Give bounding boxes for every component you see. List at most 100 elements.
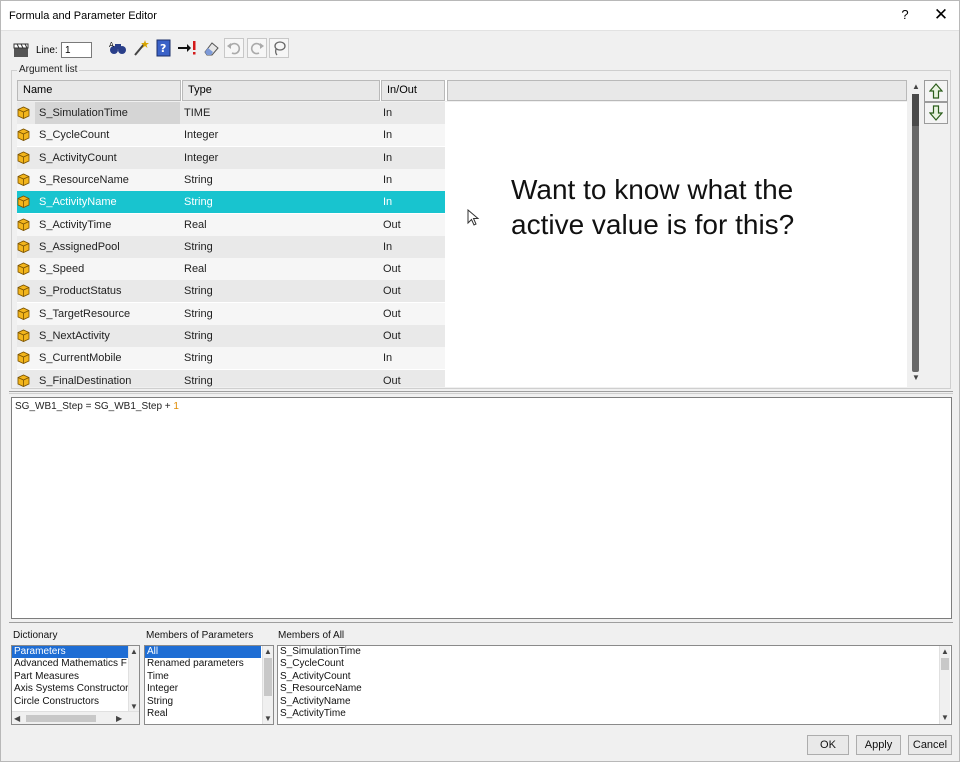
members-of-parameters-list[interactable]: All Renamed parameters Time Integer String Re… [144, 645, 274, 725]
argument-row[interactable]: S_ActivityName String In [17, 191, 445, 214]
argument-name: S_Speed [39, 263, 85, 276]
scroll-up-icon[interactable]: ▲ [263, 646, 273, 657]
argument-name: S_CycleCount [39, 129, 110, 142]
scroll-down-icon[interactable]: ▼ [940, 712, 950, 723]
lasso-icon[interactable] [269, 38, 289, 58]
scroll-down-icon[interactable]: ▼ [263, 713, 273, 724]
apply-button[interactable]: Apply [856, 735, 901, 755]
vscroll-thumb[interactable] [264, 658, 272, 696]
column-header-empty [447, 80, 907, 101]
svg-text:?: ? [160, 42, 166, 55]
dictionary-list[interactable]: Parameters Advanced Mathematics F Part Mea… [11, 645, 140, 725]
parameter-cube-icon [17, 147, 37, 169]
members-of-all-vscroll[interactable]: ▲ ▼ [939, 646, 950, 724]
list-item[interactable]: All [145, 646, 261, 659]
grid-header: Name Type In/Out [17, 80, 907, 101]
scroll-up-icon[interactable]: ▲ [129, 646, 139, 657]
wand-icon[interactable] [131, 38, 151, 58]
list-item[interactable]: Axis Systems Constructor [12, 683, 128, 695]
dictionary-hscroll[interactable]: ◀ ▶ [12, 711, 139, 724]
argument-row[interactable]: S_AssignedPool String In [17, 235, 445, 258]
argument-inout: Out [383, 218, 401, 231]
scroll-up-icon[interactable]: ▲ [910, 81, 922, 92]
argument-row[interactable]: S_ProductStatus String Out [17, 280, 445, 303]
help-book-icon[interactable]: ? [154, 38, 174, 58]
column-header-name[interactable]: Name [17, 80, 181, 101]
column-header-inout[interactable]: In/Out [381, 80, 445, 101]
redo-icon[interactable] [247, 38, 267, 58]
list-item[interactable]: Time [145, 671, 261, 683]
vscroll-thumb[interactable] [941, 658, 949, 670]
list-item[interactable]: String [145, 696, 261, 708]
lists-splitter[interactable] [9, 622, 953, 625]
argument-row[interactable]: S_CurrentMobile String In [17, 347, 445, 370]
argument-row[interactable]: S_ActivityCount Integer In [17, 146, 445, 169]
close-button[interactable]: ✕ [931, 5, 951, 25]
argument-row[interactable]: S_ResourceName String In [17, 168, 445, 191]
parameter-cube-icon [17, 191, 37, 213]
dictionary-items: Parameters Advanced Mathematics F Part Mea… [12, 646, 128, 708]
argument-row[interactable]: S_FinalDestination String Out [17, 369, 445, 387]
parameter-cube-icon [17, 169, 37, 191]
list-item[interactable]: Integer [145, 683, 261, 695]
scroll-up-icon[interactable]: ▲ [940, 646, 950, 657]
list-item[interactable]: S_SimulationTime [278, 646, 938, 658]
list-item[interactable]: Advanced Mathematics F [12, 658, 128, 670]
argument-name: S_ActivityCount [39, 151, 117, 164]
argument-name: S_TargetResource [39, 307, 131, 320]
argument-row[interactable]: S_ActivityTime Real Out [17, 213, 445, 236]
formula-editor[interactable]: SG_WB1_Step = SG_WB1_Step + 1 [11, 397, 952, 619]
list-item[interactable]: S_ActivityName [278, 696, 938, 708]
move-down-button[interactable] [924, 102, 948, 124]
argument-type: String [184, 173, 213, 186]
argument-row[interactable]: S_NextActivity String Out [17, 325, 445, 347]
argument-row[interactable]: S_SimulationTime TIME In [17, 102, 445, 124]
move-up-button[interactable] [924, 80, 948, 102]
parameter-cube-icon [17, 303, 37, 325]
cancel-button[interactable]: Cancel [908, 735, 952, 755]
argument-row[interactable]: S_Speed Real Out [17, 258, 445, 281]
help-button[interactable]: ? [897, 5, 913, 25]
editor-splitter[interactable] [9, 391, 953, 394]
hscroll-thumb[interactable] [26, 715, 96, 722]
members-of-parameters-vscroll[interactable]: ▲ ▼ [262, 646, 273, 724]
arrow-exclamation-icon[interactable] [177, 38, 197, 58]
list-item[interactable]: S_ActivityTime [278, 708, 938, 720]
argument-name: S_SimulationTime [39, 107, 128, 119]
list-item[interactable]: Part Measures [12, 671, 128, 683]
scroll-thumb[interactable] [912, 94, 919, 372]
list-item[interactable]: Real [145, 708, 261, 720]
scroll-down-icon[interactable]: ▼ [910, 372, 922, 383]
argument-list-scrollbar[interactable]: ▲ ▼ [910, 81, 922, 384]
parameter-cube-icon [17, 370, 37, 387]
clapper-icon[interactable] [11, 40, 31, 60]
argument-type: Real [184, 218, 207, 231]
find-icon[interactable]: A [108, 38, 128, 58]
list-item[interactable]: Parameters [12, 646, 128, 659]
line-number-input[interactable] [61, 42, 92, 58]
ok-button[interactable]: OK [807, 735, 849, 755]
argument-inout: Out [383, 307, 401, 320]
list-item[interactable]: S_ResourceName [278, 683, 938, 695]
list-item[interactable]: Renamed parameters [145, 658, 261, 670]
arrow-up-icon [929, 83, 943, 99]
argument-row[interactable]: S_CycleCount Integer In [17, 124, 445, 147]
column-header-type[interactable]: Type [182, 80, 380, 101]
eraser-icon[interactable] [201, 38, 221, 58]
list-item[interactable]: S_CycleCount [278, 658, 938, 670]
list-item[interactable]: S_ActivityCount [278, 671, 938, 683]
parameter-cube-icon [17, 124, 37, 146]
argument-inout: Out [383, 330, 401, 342]
scroll-left-icon[interactable]: ◀ [14, 713, 20, 724]
argument-name: S_NextActivity [39, 330, 110, 342]
window-title: Formula and Parameter Editor [9, 10, 157, 22]
parameter-cube-icon [17, 258, 37, 280]
members-of-all-list[interactable]: S_SimulationTime S_CycleCount S_ActivityCo… [277, 645, 952, 725]
argument-type: String [184, 240, 213, 253]
argument-row[interactable]: S_TargetResource String Out [17, 302, 445, 325]
argument-name: S_ActivityTime [39, 218, 112, 231]
list-item[interactable]: Circle Constructors [12, 696, 128, 708]
undo-icon[interactable] [224, 38, 244, 58]
dictionary-vscroll[interactable]: ▲ ▼ [128, 646, 139, 712]
scroll-right-icon[interactable]: ▶ [116, 713, 122, 724]
